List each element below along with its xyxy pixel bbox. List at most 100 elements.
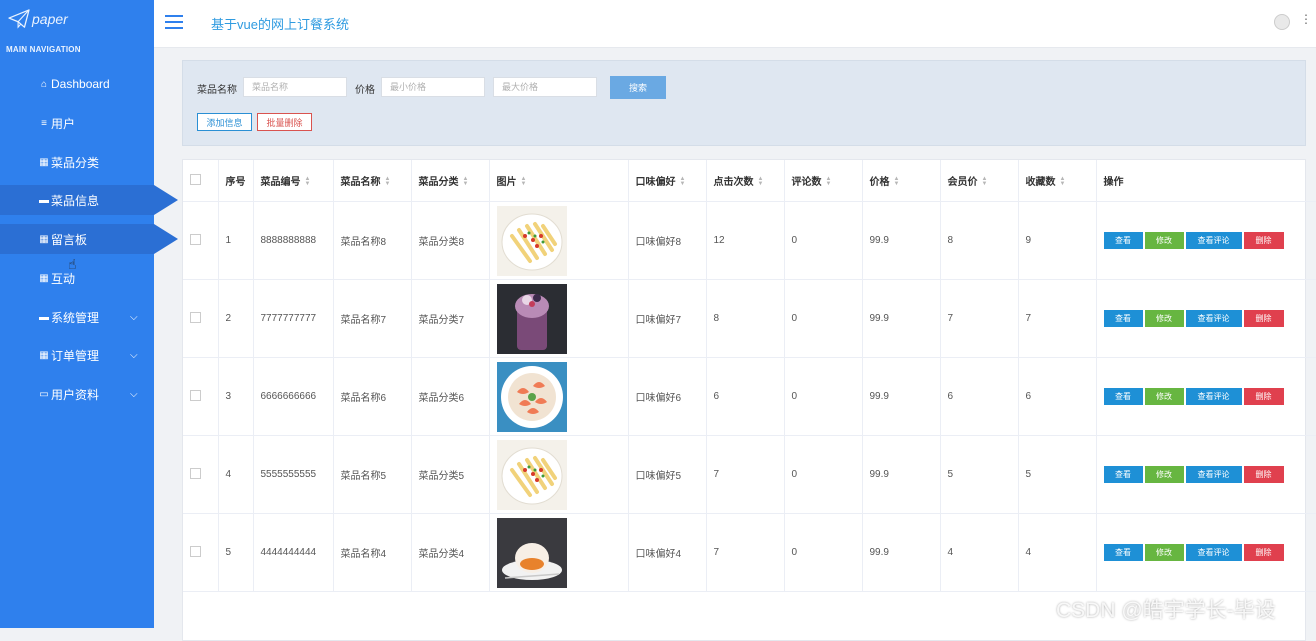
grid-icon: ▦ [39,233,49,245]
menu-toggle-icon[interactable] [165,15,183,29]
cell-index: 1 [218,201,254,280]
view-comments-button[interactable]: 查看评论 [1185,232,1242,249]
sidebar-item-message-board[interactable]: ▦ 留言板 [0,224,178,254]
row-select-cell[interactable] [183,513,219,592]
delete-button[interactable]: 删除 [1243,466,1284,483]
paper-plane-icon [8,9,30,29]
column-header-label: 价格 [869,177,890,188]
row-checkbox[interactable] [190,233,201,245]
sidebar-item-profile[interactable]: ▭ 用户资料 ⌵ [0,379,154,409]
edit-button[interactable]: 修改 [1144,388,1184,405]
cell-name: 菜品名称4 [333,513,412,592]
more-vertical-icon[interactable]: ⋮ [1300,12,1312,26]
sidebar-item-users[interactable]: ≡ 用户 [0,108,154,138]
min-price-input[interactable] [381,77,485,97]
row-select-cell[interactable] [183,357,219,436]
table-row: 1 8888888888 菜品名称8 菜品分类8 口味偏好8 12 0 99.9 8 9 查看 修改查… [183,201,1316,280]
delete-button[interactable]: 删除 [1243,310,1284,327]
row-select-cell[interactable] [183,435,219,514]
row-checkbox[interactable] [190,389,201,401]
column-header-label: 菜品名称 [340,177,381,188]
edit-button[interactable]: 修改 [1144,310,1184,327]
delete-button[interactable]: 删除 [1243,388,1284,405]
sort-icon[interactable]: ▲ ▼ [680,176,686,187]
view-button[interactable]: 查看 [1103,544,1143,561]
add-button[interactable]: 添加信息 [197,113,252,131]
sidebar: paper MAIN NAVIGATION ⌂ Dashboard ≡ 用户 ▦… [0,0,178,628]
dish-name-input[interactable] [243,77,347,97]
view-button[interactable]: 查看 [1103,466,1143,483]
sidebar-item-label: 系统管理 [51,310,100,325]
brand-logo[interactable]: paper [8,8,68,30]
sidebar-item-dish-category[interactable]: ▦ 菜品分类 [0,147,154,177]
row-checkbox[interactable] [190,311,201,323]
column-header-name[interactable]: 菜品名称 ▲ ▼ [333,160,412,202]
dish-name-label: 菜品名称 [197,85,237,96]
column-header-price[interactable]: 价格 ▲ ▼ [862,160,941,202]
sort-icon[interactable]: ▲ ▼ [826,176,832,187]
row-select-cell[interactable] [183,279,219,358]
delete-button[interactable]: 删除 [1243,544,1284,561]
max-price-input[interactable] [493,77,597,97]
column-header-member-price[interactable]: 会员价 ▲ ▼ [940,160,1019,202]
column-header-taste[interactable]: 口味偏好 ▲ ▼ [628,160,707,202]
column-header-label: 菜品分类 [418,177,459,188]
bulk-delete-button[interactable]: 批量删除 [257,113,312,131]
chevron-down-icon[interactable]: ⌵ [130,389,138,400]
cell-image [489,279,629,358]
column-header-code[interactable]: 菜品编号 ▲ ▼ [253,160,334,202]
sort-icon[interactable]: ▲ ▼ [521,176,527,187]
view-comments-button[interactable]: 查看评论 [1185,310,1242,327]
sidebar-item-interaction[interactable]: ▦ 互动 [0,263,154,293]
row-checkbox[interactable] [190,467,201,479]
chevron-down-icon[interactable]: ⌵ [130,312,138,323]
column-header-favorites[interactable]: 收藏数 ▲ ▼ [1018,160,1097,202]
view-comments-button[interactable]: 查看评论 [1185,388,1242,405]
edit-button[interactable]: 修改 [1144,466,1184,483]
sort-icon[interactable]: ▲ ▼ [894,176,900,187]
search-button[interactable]: 搜索 [610,76,666,99]
column-header-clicks[interactable]: 点击次数 ▲ ▼ [706,160,785,202]
view-comments-button[interactable]: 查看评论 [1185,466,1242,483]
cell-member-price: 4 [940,513,1019,592]
view-button[interactable]: 查看 [1103,310,1143,327]
view-comments-button[interactable]: 查看评论 [1185,544,1242,561]
select-all-checkbox[interactable] [190,173,201,185]
cell-category: 菜品分类5 [411,435,490,514]
table-header-row: 序号 菜品编号 ▲ ▼ 菜品名称 ▲ ▼ 菜品分类 ▲ ▼ 图片 ▲ ▼ 口味偏好 ▲ ▼ 点击次数… [183,160,1316,202]
edit-button[interactable]: 修改 [1144,232,1184,249]
view-button[interactable]: 查看 [1103,388,1143,405]
cell-taste: 口味偏好6 [628,357,707,436]
row-select-cell[interactable] [183,201,219,280]
sidebar-item-label: 留言板 [51,232,88,247]
cell-comments: 0 [784,435,863,514]
cell-clicks: 12 [706,201,785,280]
sort-icon[interactable]: ▲ ▼ [385,176,391,187]
sort-icon[interactable]: ▲ ▼ [1060,176,1066,187]
cell-comments: 0 [784,357,863,436]
sort-icon[interactable]: ▲ ▼ [463,176,469,187]
delete-button[interactable]: 删除 [1243,232,1284,249]
edit-button[interactable]: 修改 [1144,544,1184,561]
sort-icon[interactable]: ▲ ▼ [758,176,764,187]
column-header-category[interactable]: 菜品分类 ▲ ▼ [411,160,490,202]
sidebar-item-dish-info[interactable]: ▬ 菜品信息 [0,185,178,215]
sort-icon[interactable]: ▲ ▼ [982,176,988,187]
avatar[interactable] [1274,14,1290,30]
dish-image [496,283,628,354]
sort-icon[interactable]: ▲ ▼ [305,176,311,187]
top-bar: 基于vue的网上订餐系统 ⋮ [154,0,1316,48]
view-button[interactable]: 查看 [1103,232,1143,249]
sidebar-item-system[interactable]: ▬ 系统管理 ⌵ [0,302,154,332]
cell-code: 6666666666 [253,357,334,436]
sidebar-item-dashboard[interactable]: ⌂ Dashboard [0,69,154,99]
row-checkbox[interactable] [190,545,201,557]
cell-favorites: 6 [1018,357,1097,436]
sidebar-item-orders[interactable]: ▦ 订单管理 ⌵ [0,340,154,370]
cell-code: 4444444444 [253,513,334,592]
column-header-image[interactable]: 图片 ▲ ▼ [489,160,629,202]
chevron-down-icon[interactable]: ⌵ [130,350,138,361]
column-header-comments[interactable]: 评论数 ▲ ▼ [784,160,863,202]
select-all-cell[interactable] [183,160,219,202]
cell-category: 菜品分类6 [411,357,490,436]
